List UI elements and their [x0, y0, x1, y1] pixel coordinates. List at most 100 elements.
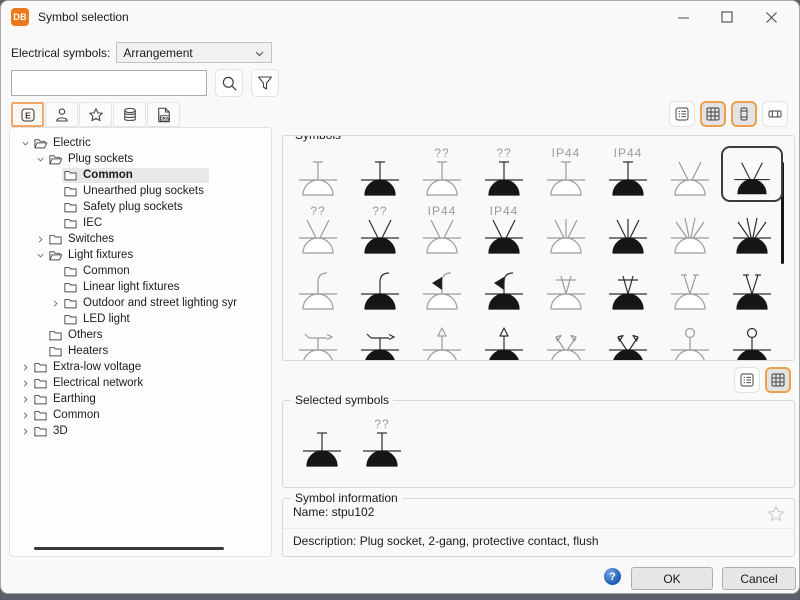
tree-expander[interactable] [18, 410, 32, 421]
tab-database[interactable] [113, 102, 146, 127]
tree-item[interactable]: LED light [10, 311, 271, 327]
toggle-list-view[interactable] [669, 101, 695, 127]
symbol-cell[interactable] [597, 260, 659, 316]
tree-item-label: Safety plug sockets [83, 201, 183, 213]
search-button[interactable] [215, 69, 243, 97]
symbol-cell[interactable] [287, 260, 349, 316]
toggle-list-view[interactable] [734, 367, 760, 393]
tree-expander[interactable] [18, 394, 32, 405]
tree-item-label: Earthing [53, 393, 96, 405]
tab-drawings[interactable]: DRW [147, 102, 180, 127]
symbol-cell[interactable] [411, 316, 473, 361]
symbol-cell[interactable] [411, 260, 473, 316]
close-button[interactable] [749, 1, 793, 33]
tree-item[interactable]: Light fixtures [10, 247, 271, 263]
symbol-cell[interactable]: ?? [473, 146, 535, 202]
tree-expander[interactable] [33, 154, 47, 165]
tree-expander[interactable] [18, 378, 32, 389]
tree-item[interactable]: Outdoor and street lighting syr [10, 295, 271, 311]
tree-expander[interactable] [18, 138, 32, 149]
plug-socket-symbol [597, 260, 659, 316]
tree-item[interactable]: Common [10, 167, 271, 183]
chevron-right-icon [20, 426, 31, 437]
tree-item[interactable]: Others [10, 327, 271, 343]
selected-symbol-cell[interactable]: ?? [351, 417, 413, 473]
svg-text:??: ?? [310, 204, 325, 218]
selected-symbol-cell[interactable] [291, 417, 353, 473]
maximize-button[interactable] [705, 1, 749, 33]
tree-expander[interactable] [48, 298, 62, 309]
tree-item[interactable]: Electric [10, 135, 271, 151]
svg-text:IP44: IP44 [552, 146, 581, 160]
symbol-cell[interactable] [659, 204, 721, 260]
tree-item[interactable]: Extra-low voltage [10, 359, 271, 375]
ok-button[interactable]: OK [631, 567, 713, 590]
symbols-panel: Symbols ????IP44IP44????IP44IP44 [282, 135, 795, 361]
toggle-vertical-layout[interactable] [731, 101, 757, 127]
symbol-cell[interactable] [349, 146, 411, 202]
chevron-down-icon [35, 250, 46, 261]
plug-socket-symbol: IP44 [597, 146, 659, 202]
symbol-cell[interactable] [349, 316, 411, 361]
symbol-cell[interactable]: IP44 [535, 146, 597, 202]
symbol-cell[interactable] [473, 316, 535, 361]
tree-item[interactable]: Earthing [10, 391, 271, 407]
symbol-cell[interactable]: IP44 [597, 146, 659, 202]
symbol-cell[interactable] [287, 316, 349, 361]
symbol-cell[interactable] [597, 316, 659, 361]
tree-item-label: LED light [83, 313, 130, 325]
minimize-button[interactable] [661, 1, 705, 33]
favorite-button[interactable] [766, 504, 786, 524]
toggle-horizontal-layout[interactable] [762, 101, 788, 127]
tree-item[interactable]: Switches [10, 231, 271, 247]
tree-item[interactable]: 3D [10, 423, 271, 439]
tree-expander[interactable] [33, 250, 47, 261]
tree-item[interactable]: Common [10, 407, 271, 423]
filter-button[interactable] [251, 69, 279, 97]
symbol-cell-selected[interactable] [721, 146, 783, 202]
symbol-cell[interactable] [659, 146, 721, 202]
tree-expander[interactable] [18, 426, 32, 437]
symbol-category-dropdown[interactable]: Arrangement [116, 42, 272, 63]
folder-closed-icon [33, 408, 48, 423]
symbol-cell[interactable]: ?? [349, 204, 411, 260]
tree-item[interactable]: Unearthed plug sockets [10, 183, 271, 199]
symbol-cell[interactable] [721, 316, 783, 361]
plug-socket-symbol [287, 146, 349, 202]
symbol-cell[interactable] [473, 260, 535, 316]
tree-expander[interactable] [18, 362, 32, 373]
tree-item[interactable]: Linear light fixtures [10, 279, 271, 295]
toggle-grid-view[interactable] [700, 101, 726, 127]
symbol-cell[interactable]: ?? [411, 146, 473, 202]
tree-horizontal-scrollbar[interactable] [34, 547, 224, 550]
tab-electric-symbols[interactable]: E [11, 102, 44, 127]
symbol-cell[interactable] [721, 204, 783, 260]
tree-item[interactable]: Electrical network [10, 375, 271, 391]
cancel-button[interactable]: Cancel [722, 567, 796, 590]
symbol-cell[interactable] [535, 316, 597, 361]
symbol-cell[interactable] [721, 260, 783, 316]
tree-item-label: Plug sockets [68, 153, 133, 165]
tab-favorites[interactable] [79, 102, 112, 127]
toggle-grid-view[interactable] [765, 367, 791, 393]
tree-expander[interactable] [33, 234, 47, 245]
tree-item[interactable]: Plug sockets [10, 151, 271, 167]
symbol-cell[interactable]: IP44 [473, 204, 535, 260]
symbol-cell[interactable]: ?? [287, 204, 349, 260]
tree-item[interactable]: Safety plug sockets [10, 199, 271, 215]
search-input[interactable] [11, 70, 207, 96]
symbol-cell[interactable] [535, 204, 597, 260]
symbol-cell[interactable] [535, 260, 597, 316]
symbol-cell[interactable] [287, 146, 349, 202]
symbol-cell[interactable] [597, 204, 659, 260]
symbol-cell[interactable] [659, 316, 721, 361]
tree-item[interactable]: Heaters [10, 343, 271, 359]
symbol-cell[interactable]: IP44 [411, 204, 473, 260]
tree-item[interactable]: IEC [10, 215, 271, 231]
help-button[interactable]: ? [604, 568, 621, 585]
symbol-cell[interactable] [349, 260, 411, 316]
tree-item[interactable]: Common [10, 263, 271, 279]
symbol-selection-dialog: DB Symbol selection Electrical symbols: … [0, 0, 800, 594]
tab-person-symbols[interactable] [45, 102, 78, 127]
symbol-cell[interactable] [659, 260, 721, 316]
